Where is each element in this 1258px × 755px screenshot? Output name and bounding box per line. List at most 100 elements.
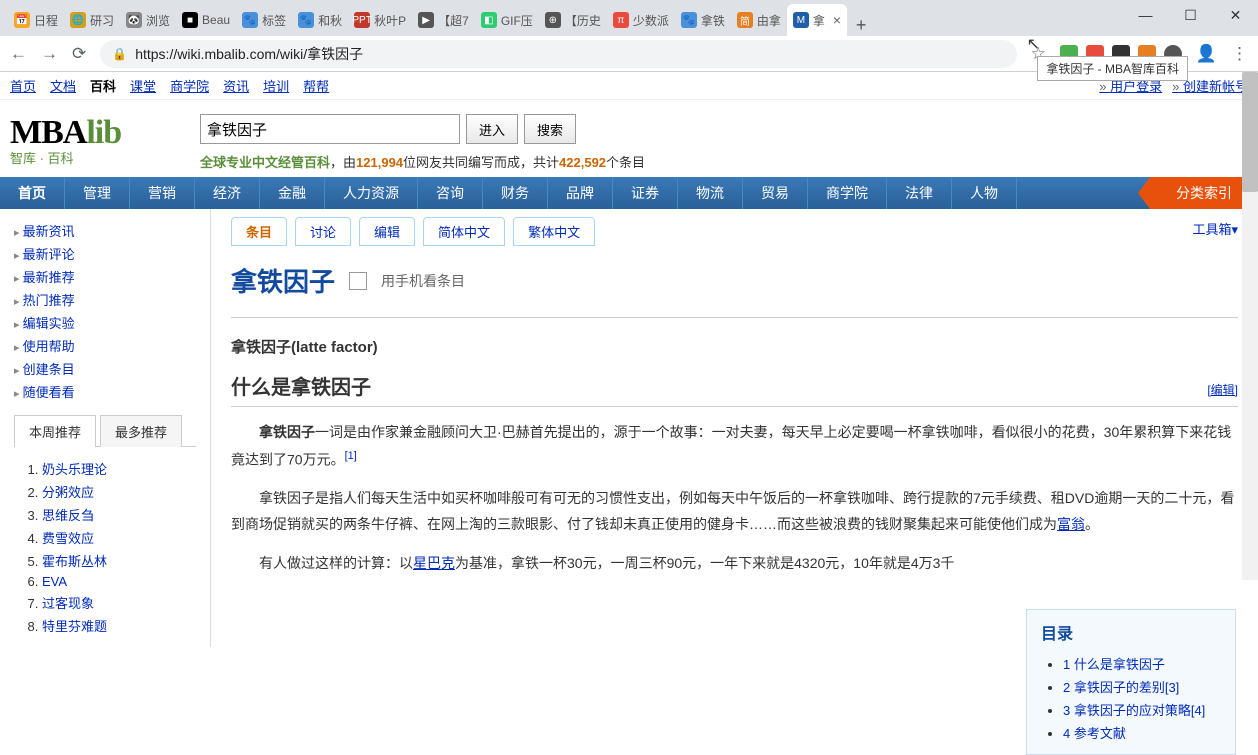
search-input[interactable] bbox=[200, 114, 460, 144]
toc-link[interactable]: 2 拿铁因子的差别[3] bbox=[1063, 680, 1179, 695]
browser-tab[interactable]: 🐾拿铁 bbox=[675, 4, 731, 36]
content-tab[interactable]: 讨论 bbox=[295, 217, 351, 246]
ref-link[interactable]: [1] bbox=[345, 450, 357, 462]
topnav-link[interactable]: 文档 bbox=[50, 76, 76, 95]
browser-tab[interactable]: PPT秋叶P bbox=[348, 4, 412, 36]
vertical-scrollbar[interactable] bbox=[1242, 72, 1258, 580]
window-close[interactable]: ✕ bbox=[1213, 0, 1258, 30]
sidebar-rec-link[interactable]: 霍布斯丛林 bbox=[42, 554, 107, 569]
edit-section-link[interactable]: [编辑] bbox=[1207, 381, 1238, 398]
sidebar-rec-link[interactable]: 思维反刍 bbox=[42, 508, 94, 523]
browser-tab[interactable]: 📅日程 bbox=[8, 4, 64, 36]
tab-favicon: π bbox=[613, 12, 629, 28]
window-maximize[interactable]: ☐ bbox=[1168, 0, 1213, 30]
tab-favicon: 📅 bbox=[14, 12, 30, 28]
tab-label: 拿铁 bbox=[701, 12, 725, 29]
sidebar-link[interactable]: 编辑实验 bbox=[23, 316, 75, 331]
toolbox-link[interactable]: 工具箱▾ bbox=[1192, 219, 1238, 238]
browser-tab[interactable]: 🐼浏览 bbox=[120, 4, 176, 36]
mainnav-link[interactable]: 管理 bbox=[65, 177, 130, 209]
sidebar-rec-link[interactable]: 奶头乐理论 bbox=[42, 462, 107, 477]
browser-tab[interactable]: π少数派 bbox=[607, 4, 675, 36]
topnav-link[interactable]: 百科 bbox=[90, 76, 116, 95]
toc-link[interactable]: 1 什么是拿铁因子 bbox=[1063, 657, 1165, 672]
tab-favicon: 🐾 bbox=[298, 12, 314, 28]
close-icon[interactable]: × bbox=[833, 12, 841, 28]
mainnav-link[interactable]: 经济 bbox=[195, 177, 260, 209]
mainnav-link[interactable]: 人力资源 bbox=[325, 177, 418, 209]
sidebar-rec-link[interactable]: 过客现象 bbox=[42, 596, 94, 611]
mainnav-link[interactable]: 营销 bbox=[130, 177, 195, 209]
qr-icon[interactable] bbox=[349, 272, 367, 290]
back-button[interactable]: ← bbox=[10, 44, 27, 64]
address-bar[interactable]: 🔒 https://wiki.mbalib.com/wiki/拿铁因子 bbox=[100, 40, 1016, 68]
topnav-link[interactable]: 课堂 bbox=[130, 76, 156, 95]
topnav-link[interactable]: 首页 bbox=[10, 76, 36, 95]
new-tab-button[interactable]: + bbox=[847, 15, 875, 36]
mainnav-link[interactable]: 商学院 bbox=[808, 177, 887, 209]
mainnav-link[interactable]: 物流 bbox=[678, 177, 743, 209]
mainnav-link[interactable]: 法律 bbox=[887, 177, 952, 209]
content-tab[interactable]: 简体中文 bbox=[423, 217, 505, 246]
sidebar-link[interactable]: 热门推荐 bbox=[23, 293, 75, 308]
content-tab[interactable]: 繁体中文 bbox=[513, 217, 595, 246]
mainnav-link[interactable]: 贸易 bbox=[743, 177, 808, 209]
topnav-link[interactable]: 培训 bbox=[263, 76, 289, 95]
tab-label: 秋叶P bbox=[374, 12, 406, 29]
topnav-link[interactable]: 资讯 bbox=[223, 76, 249, 95]
toc-link[interactable]: 4 参考文献 bbox=[1063, 726, 1126, 741]
sidebar-link[interactable]: 最新资讯 bbox=[23, 224, 75, 239]
window-minimize[interactable]: — bbox=[1123, 0, 1168, 30]
main-nav: 首页管理营销经济金融人力资源咨询财务品牌证券物流贸易商学院法律人物分类索引 bbox=[0, 177, 1258, 209]
sidebar-link[interactable]: 使用帮助 bbox=[23, 339, 75, 354]
mainnav-link[interactable]: 财务 bbox=[483, 177, 548, 209]
mainnav-link[interactable]: 品牌 bbox=[548, 177, 613, 209]
sidebar-rec-link[interactable]: EVA bbox=[42, 574, 67, 589]
browser-tab[interactable]: ⊕【历史 bbox=[539, 4, 607, 36]
logo[interactable]: MBAlib 智库 · 百科 bbox=[10, 114, 180, 167]
browser-tab[interactable]: 🌐研习 bbox=[64, 4, 120, 36]
browser-tab[interactable]: ◧GIF压 bbox=[475, 4, 539, 36]
mainnav-link[interactable]: 咨询 bbox=[418, 177, 483, 209]
sidebar-link[interactable]: 最新推荐 bbox=[23, 270, 75, 285]
topnav-link[interactable]: 商学院 bbox=[170, 76, 209, 95]
mainnav-link[interactable]: 金融 bbox=[260, 177, 325, 209]
url-text: https://wiki.mbalib.com/wiki/拿铁因子 bbox=[135, 44, 363, 64]
sidebar-rec-link[interactable]: 分粥效应 bbox=[42, 485, 94, 500]
content-tab[interactable]: 编辑 bbox=[359, 217, 415, 246]
mainnav-link[interactable]: 人物 bbox=[952, 177, 1017, 209]
reload-button[interactable]: ⟳ bbox=[72, 44, 86, 64]
menu-icon[interactable]: ⋮ bbox=[1231, 44, 1248, 64]
sidebar-link[interactable]: 最新评论 bbox=[23, 247, 75, 262]
wiki-link[interactable]: 富翁 bbox=[1057, 516, 1085, 532]
sidebar-rec-link[interactable]: 特里芬难题 bbox=[42, 619, 107, 634]
browser-tab[interactable]: ▶【超7 bbox=[412, 4, 475, 36]
go-button[interactable]: 进入 bbox=[466, 114, 518, 144]
sidebar-rec-link[interactable]: 费雪效应 bbox=[42, 531, 94, 546]
sidebar-link[interactable]: 创建条目 bbox=[23, 362, 75, 377]
toc-title: 目录 bbox=[1041, 620, 1221, 644]
search-button[interactable]: 搜索 bbox=[524, 114, 576, 144]
sidebar-link[interactable]: 随便看看 bbox=[23, 385, 75, 400]
browser-tab[interactable]: 🐾和秋 bbox=[292, 4, 348, 36]
topnav-link[interactable]: 帮帮 bbox=[303, 76, 329, 95]
sidebar-recommendations: 奶头乐理论分粥效应思维反刍费雪效应霍布斯丛林 EVA 过客现象特里芬难题 bbox=[14, 457, 196, 637]
scrollbar-thumb[interactable] bbox=[1242, 72, 1258, 192]
mainnav-link[interactable]: 证券 bbox=[613, 177, 678, 209]
tab-favicon: PPT bbox=[354, 12, 370, 28]
profile-icon[interactable]: 👤 bbox=[1196, 44, 1217, 64]
mainnav-link[interactable]: 首页 bbox=[0, 177, 65, 209]
sidebar-tab-most[interactable]: 最多推荐 bbox=[100, 415, 182, 447]
tab-label: Beau bbox=[202, 13, 230, 27]
sidebar-tab-week[interactable]: 本周推荐 bbox=[14, 415, 96, 447]
content-tab[interactable]: 条目 bbox=[231, 217, 287, 246]
browser-tab[interactable]: 🐾标签 bbox=[236, 4, 292, 36]
wiki-link[interactable]: 星巴克 bbox=[413, 555, 455, 571]
browser-tab[interactable]: ■Beau bbox=[176, 4, 236, 36]
article-latin: 拿铁因子(latte factor) bbox=[231, 336, 1238, 357]
tab-label: 【历史 bbox=[565, 12, 601, 29]
forward-button[interactable]: → bbox=[41, 44, 58, 64]
browser-tab[interactable]: M拿× bbox=[787, 4, 847, 36]
toc-link[interactable]: 3 拿铁因子的应对策略[4] bbox=[1063, 703, 1205, 718]
browser-tab[interactable]: 简由拿 bbox=[731, 4, 787, 36]
